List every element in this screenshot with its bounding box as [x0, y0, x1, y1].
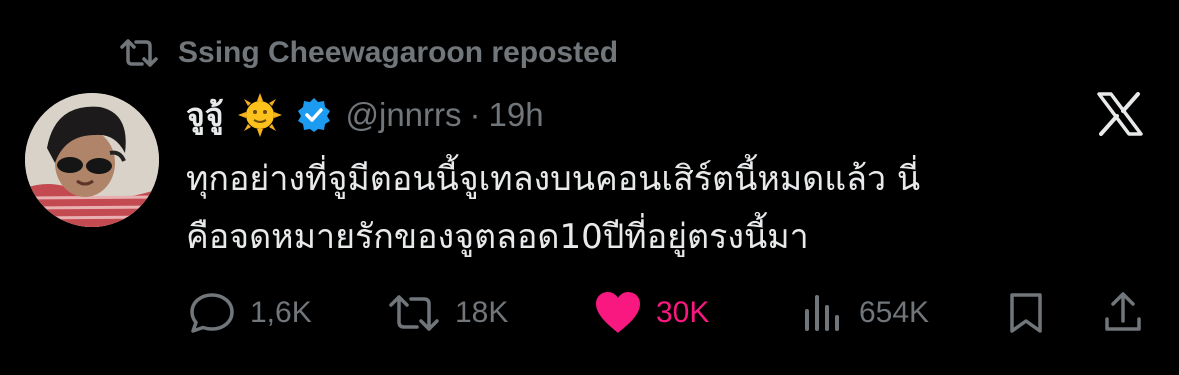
x-logo-icon [1097, 92, 1143, 136]
display-name[interactable]: จูจู้ [186, 90, 224, 141]
share-button[interactable] [1101, 290, 1159, 336]
like-count: 30K [656, 296, 710, 329]
repost-button[interactable]: 18K [387, 290, 508, 336]
views-count: 654K [859, 296, 930, 329]
tweet-header: จูจู้ @jnnrrs · 19h [186, 90, 544, 140]
avatar[interactable] [25, 93, 159, 227]
tweet-text[interactable]: ทุกอย่างที่จูมีตอนนี้จูเทลงบนคอนเสิร์ตนี… [186, 150, 1116, 266]
repost-header[interactable]: Ssing Cheewagaroon reposted [118, 30, 618, 76]
views-chart-icon [805, 295, 839, 331]
separator-dot: · [469, 96, 481, 133]
avatar-image [25, 93, 159, 227]
tweet-text-line: คือจดหมายรักของจูตลอด10ปีที่อยู่ตรงนี้มา [186, 217, 809, 257]
reply-count: 1,6K [250, 296, 312, 329]
reply-button[interactable]: 1,6K [188, 290, 312, 336]
bookmark-icon [1010, 293, 1042, 333]
timestamp[interactable]: 19h [489, 96, 544, 134]
like-button[interactable]: 30K [594, 290, 709, 336]
repost-icon [120, 39, 158, 67]
repost-icon [389, 295, 439, 331]
tweet-text-line: ทุกอย่างที่จูมีตอนนี้จูเทลงบนคอนเสิร์ตนี… [186, 159, 921, 199]
sun-with-face-emoji [237, 93, 282, 137]
views-button[interactable]: 654K [801, 290, 929, 336]
reply-icon [190, 293, 234, 333]
bookmark-button[interactable] [1006, 290, 1060, 336]
share-icon [1105, 292, 1141, 331]
heart-icon [596, 292, 640, 333]
repost-count: 18K [455, 296, 509, 329]
verified-badge-icon[interactable] [296, 97, 332, 133]
repost-label[interactable]: Ssing Cheewagaroon reposted [178, 36, 618, 70]
handle[interactable]: @jnnrrs [346, 96, 462, 134]
